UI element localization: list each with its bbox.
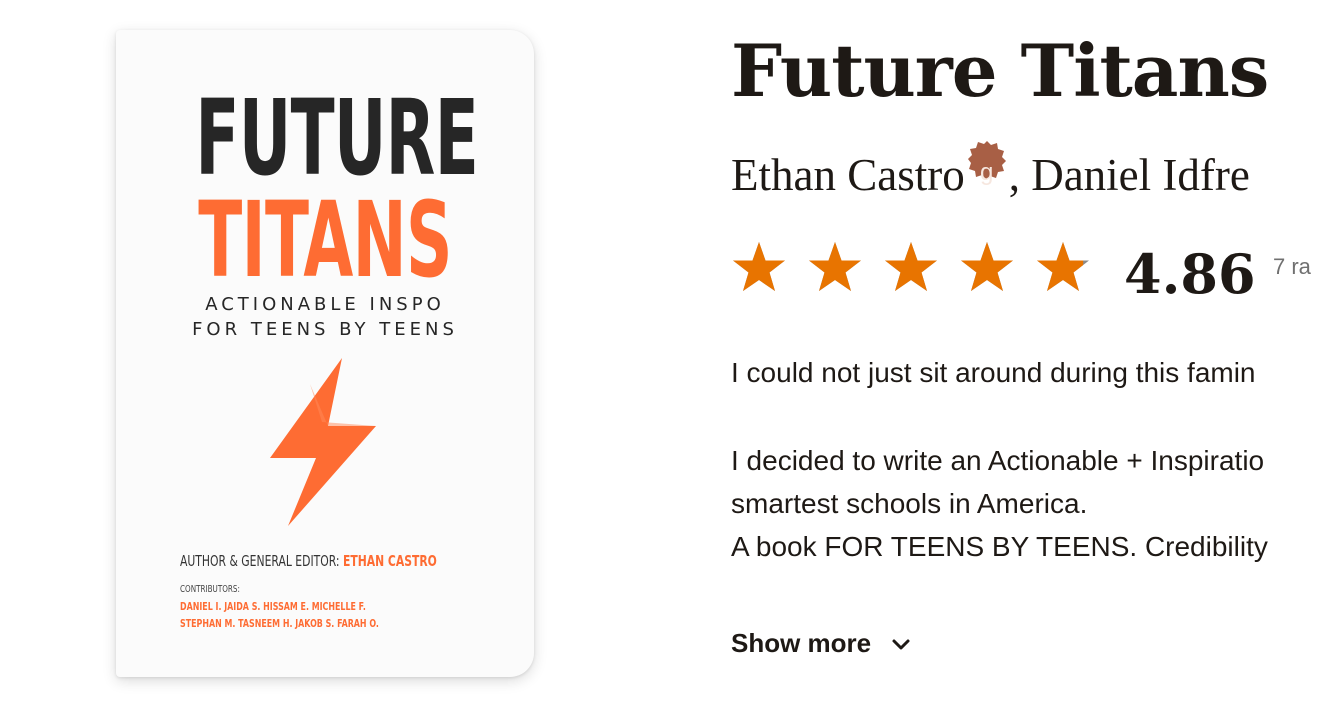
cover-contributors-line2: STEPHAN M. TASNEEM H. JAKOB S. FARAH O. [180,617,379,630]
author-separator: , [1008,150,1020,200]
description-line: A book FOR TEENS BY TEENS. Credibility [731,531,1268,562]
show-more-label: Show more [731,628,872,658]
cover-title-line2: TITANS [198,179,452,301]
badge-letter: g [980,159,994,186]
cover-editor: AUTHOR & GENERAL EDITOR: ETHAN CASTRO [180,552,437,570]
star-icon [1037,242,1089,291]
show-more-button[interactable]: Show more [731,628,913,659]
cover-subtitle-line2: FOR TEENS BY TEENS [192,319,458,340]
description-line: I decided to write an Actionable + Inspi… [731,445,1265,476]
book-title: Future Titans [731,28,1269,113]
description-line: smartest schools in America. [731,488,1088,519]
description-line: I could not just sit around during this … [731,357,1256,388]
cover-contributors-line1: DANIEL I. JAIDA S. HISSAM E. MICHELLE F. [180,600,366,613]
ratings-count-link[interactable]: 7 ra [1273,254,1311,280]
cover-subtitle-line1: ACTIONABLE INSPO [205,294,445,315]
lightning-bolt-icon [270,358,376,526]
cover-contributors-label: CONTRIBUTORS: [180,584,240,595]
author-link-ethan-castro[interactable]: Ethan Castro [731,150,965,200]
star-icon [809,242,861,291]
author-link-daniel[interactable]: Daniel Idfre [1031,150,1250,200]
star-icon [961,242,1013,291]
average-rating: 4.86 [1124,242,1256,306]
goodreads-author-badge-icon[interactable]: g [967,140,1007,186]
cover-editor-label: AUTHOR & GENERAL EDITOR: [180,552,340,570]
author-list: Ethan Castro g , Daniel Idfre [731,140,1250,200]
star-icon [885,242,937,291]
book-cover[interactable]: FUTURE TITANS ACTIONABLE INSPO FOR TEENS… [116,30,534,677]
star-icon [733,242,785,291]
cover-editor-name: ETHAN CASTRO [342,552,437,570]
chevron-down-icon [892,639,910,649]
